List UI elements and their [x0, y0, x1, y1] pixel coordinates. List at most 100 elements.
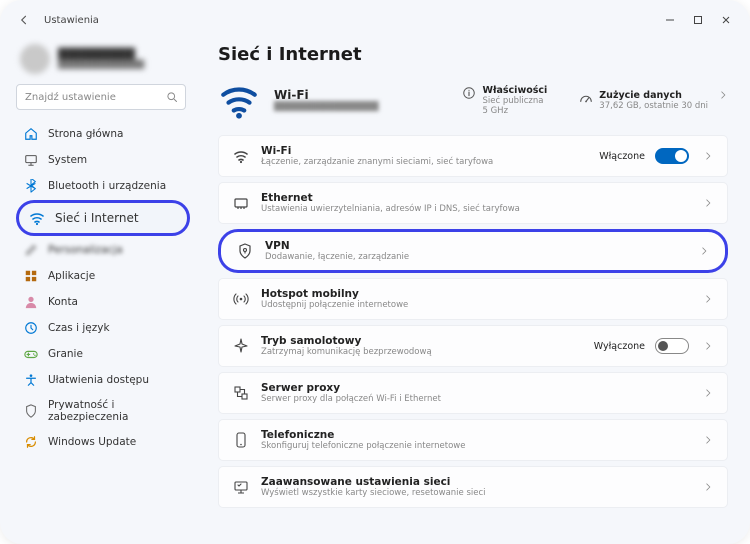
sidebar-item-label: Windows Update — [48, 436, 136, 448]
sidebar-item-wifi[interactable]: Sieć i Internet — [16, 200, 190, 236]
card-title: VPN — [265, 240, 683, 252]
home-icon — [24, 127, 38, 141]
card-subtitle: Wyświetl wszystkie karty sieciowe, reset… — [261, 488, 687, 498]
card-subtitle: Dodawanie, łączenie, zarządzanie — [265, 252, 683, 262]
clock-icon — [24, 321, 38, 335]
setting-card-shield[interactable]: VPNDodawanie, łączenie, zarządzanie — [218, 229, 728, 273]
account-icon — [24, 295, 38, 309]
setting-card-dialup[interactable]: TelefoniczneSkonfiguruj telefoniczne poł… — [218, 419, 728, 461]
update-icon — [24, 435, 38, 449]
airplane-toggle[interactable] — [655, 338, 689, 354]
usage-sub: 37,62 GB, ostatnie 30 dni — [599, 101, 708, 111]
setting-card-ethernet[interactable]: EthernetUstawienia uwierzytelniania, adr… — [218, 182, 728, 224]
sidebar-item-label: System — [48, 154, 87, 166]
sidebar-item-privacy[interactable]: Prywatność i zabezpieczenia — [16, 394, 190, 428]
ethernet-icon — [233, 195, 249, 211]
sidebar-item-home[interactable]: Strona główna — [16, 122, 190, 146]
card-subtitle: Serwer proxy dla połączeń Wi-Fi i Ethern… — [261, 394, 687, 404]
setting-card-airplane[interactable]: Tryb samolotowyZatrzymaj komunikację bez… — [218, 325, 728, 367]
search-input[interactable] — [16, 84, 186, 110]
card-title: Zaawansowane ustawienia sieci — [261, 476, 687, 488]
card-subtitle: Zatrzymaj komunikację bezprzewodową — [261, 347, 582, 357]
sidebar-item-update[interactable]: Windows Update — [16, 430, 190, 454]
card-title: Telefoniczne — [261, 429, 687, 441]
window-close-button[interactable] — [714, 9, 738, 31]
data-usage-link[interactable]: Zużycie danych 37,62 GB, ostatnie 30 dni — [579, 90, 728, 111]
brush-icon — [24, 243, 38, 257]
properties-link[interactable]: Właściwości Sieć publiczna 5 GHz — [462, 85, 547, 116]
account-mail: ██████████████ — [58, 60, 144, 69]
shield-icon — [237, 243, 253, 259]
sidebar-item-label: Sieć i Internet — [55, 211, 139, 225]
account-block[interactable]: ██████████ ██████████████ — [20, 44, 186, 74]
wifi-toggle[interactable] — [655, 148, 689, 164]
sidebar-item-system[interactable]: System — [16, 148, 190, 172]
sidebar-item-gaming[interactable]: Granie — [16, 342, 190, 366]
bluetooth-icon — [24, 179, 38, 193]
wifi-icon — [29, 210, 45, 226]
network-summary: Wi-Fi ████████████████ Właściwości Sieć … — [218, 79, 728, 121]
card-title: Tryb samolotowy — [261, 335, 582, 347]
sidebar-nav: Strona główna System Bluetooth i urządzeni… — [16, 122, 190, 454]
setting-card-wifi[interactable]: Wi-FiŁączenie, zarządzanie znanymi sieci… — [218, 135, 728, 177]
toggle-state-label: Włączone — [599, 151, 645, 162]
page-title: Sieć i Internet — [218, 44, 728, 65]
accessibility-icon — [24, 373, 38, 387]
chevron-right-icon — [703, 341, 713, 351]
wifi-name: Wi-Fi — [274, 88, 379, 102]
sidebar-item-label: Bluetooth i urządzenia — [48, 180, 166, 192]
usage-title: Zużycie danych — [599, 90, 708, 101]
hotspot-icon — [233, 291, 249, 307]
info-icon — [462, 86, 476, 100]
chevron-right-icon — [703, 151, 713, 161]
apps-icon — [24, 269, 38, 283]
setting-card-proxy[interactable]: Serwer proxySerwer proxy dla połączeń Wi… — [218, 372, 728, 414]
sidebar-item-brush[interactable]: Personalizacja — [16, 238, 190, 262]
toggle-state-label: Wyłączone — [594, 341, 645, 352]
dialup-icon — [233, 432, 249, 448]
setting-card-hotspot[interactable]: Hotspot mobilnyUdostępnij połączenie int… — [218, 278, 728, 320]
chevron-right-icon — [703, 435, 713, 445]
search-icon — [166, 91, 178, 103]
settings-card-list: Wi-FiŁączenie, zarządzanie znanymi sieci… — [218, 135, 728, 508]
airplane-icon — [233, 338, 249, 354]
sidebar: ██████████ ██████████████ Strona głównaS… — [0, 34, 200, 544]
sidebar-item-apps[interactable]: Aplikacje — [16, 264, 190, 288]
sidebar-item-account[interactable]: Konta — [16, 290, 190, 314]
sidebar-item-clock[interactable]: Czas i język — [16, 316, 190, 340]
card-subtitle: Skonfiguruj telefoniczne połączenie inte… — [261, 441, 687, 451]
settings-window: Ustawienia ██████████ ██████████████ — [0, 0, 750, 544]
avatar — [20, 44, 50, 74]
privacy-icon — [24, 404, 38, 418]
sidebar-item-label: Personalizacja — [48, 244, 123, 256]
properties-sub: Sieć publiczna 5 GHz — [482, 96, 547, 116]
proxy-icon — [233, 385, 249, 401]
wifi-icon — [218, 79, 260, 121]
card-subtitle: Łączenie, zarządzanie znanymi sieciami, … — [261, 157, 587, 167]
card-title: Hotspot mobilny — [261, 288, 687, 300]
sidebar-item-label: Aplikacje — [48, 270, 95, 282]
card-title: Serwer proxy — [261, 382, 687, 394]
chevron-right-icon — [703, 388, 713, 398]
sidebar-item-label: Granie — [48, 348, 83, 360]
main-content: Sieć i Internet Wi-Fi ████████████████ W… — [200, 34, 750, 544]
properties-title: Właściwości — [482, 85, 547, 96]
sidebar-item-label: Konta — [48, 296, 78, 308]
wifi-subtitle: ████████████████ — [274, 102, 379, 112]
sidebar-item-bluetooth[interactable]: Bluetooth i urządzenia — [16, 174, 190, 198]
card-subtitle: Ustawienia uwierzytelniania, adresów IP … — [261, 204, 687, 214]
chevron-right-icon — [703, 198, 713, 208]
window-minimize-button[interactable] — [658, 9, 682, 31]
back-button[interactable] — [12, 8, 36, 32]
gaming-icon — [24, 347, 38, 361]
window-maximize-button[interactable] — [686, 9, 710, 31]
setting-card-advanced[interactable]: Zaawansowane ustawienia sieciWyświetl ws… — [218, 466, 728, 508]
card-title: Ethernet — [261, 192, 687, 204]
sidebar-item-accessibility[interactable]: Ułatwienia dostępu — [16, 368, 190, 392]
chevron-right-icon — [718, 90, 728, 100]
titlebar: Ustawienia — [0, 0, 750, 34]
sidebar-item-label: Ułatwienia dostępu — [48, 374, 149, 386]
advanced-icon — [233, 479, 249, 495]
app-title: Ustawienia — [44, 15, 99, 26]
chevron-right-icon — [703, 482, 713, 492]
